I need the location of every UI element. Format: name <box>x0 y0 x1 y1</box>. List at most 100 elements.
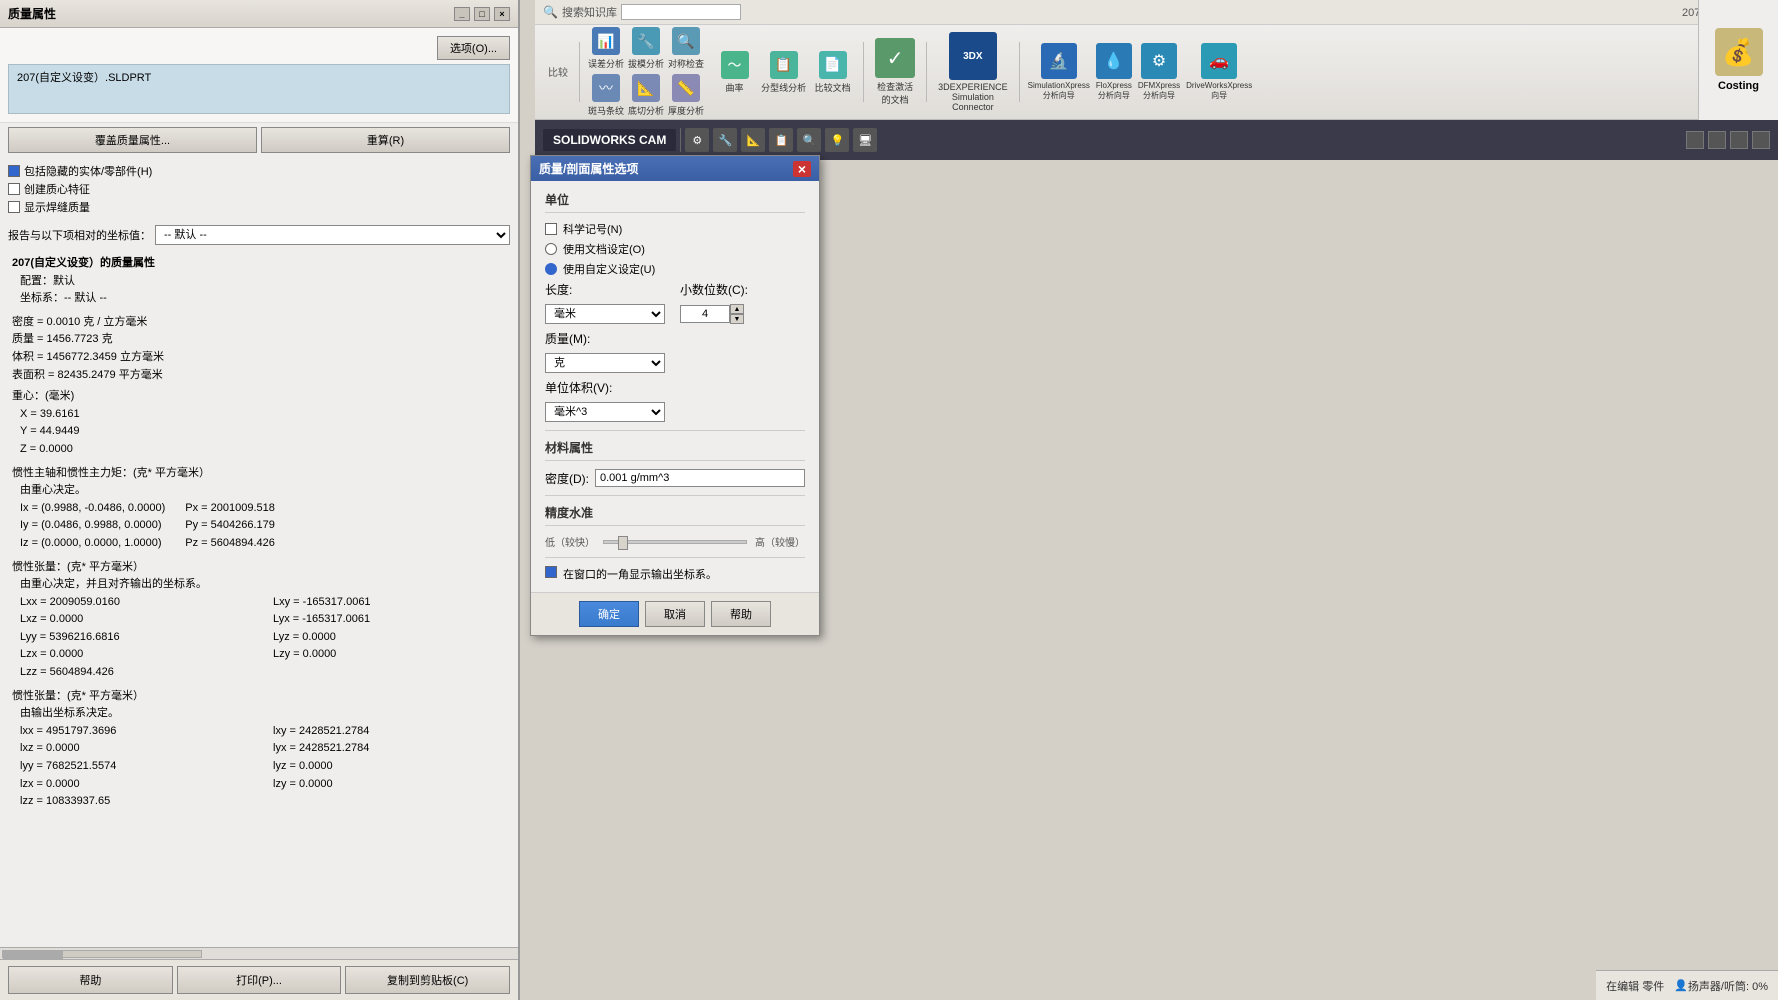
lzy: Lzy = 0.0000 <box>273 646 506 664</box>
copy-btn[interactable]: 复制到剪贴板(C) <box>345 966 510 994</box>
toolbar-grid-2: 〜 曲率 📋 分型线分析 📄 比较文档 <box>712 51 855 94</box>
tensor2-sub: 由输出坐标系决定。 <box>12 705 506 723</box>
checkbox-feature[interactable] <box>8 183 20 195</box>
centroid-title: 重心：(毫米) <box>12 388 506 406</box>
toolbar-xpress-group: 🔬 SimulationXpress分析向导 💧 FloXpress分析向导 ⚙… <box>1028 43 1253 101</box>
status-text: 在编辑 零件 <box>1606 978 1664 994</box>
toolbar-check-active[interactable]: ✓ 检查激活的文档 <box>875 38 915 106</box>
scrollbar-horizontal[interactable] <box>0 947 518 959</box>
l2yz: lyz = 0.0000 <box>273 758 506 776</box>
mass-properties-panel: 质量属性 _ □ × 选项(O)... 207(自定义设变）.SLDPRT 覆盖… <box>0 0 520 1000</box>
maximize-btn[interactable]: □ <box>474 7 490 21</box>
use-doc-label: 使用文档设定(O) <box>563 241 645 257</box>
checkboxes-area: 包括隐藏的实体/零部件(H) 创建质心特征 显示焊缝质量 <box>0 157 518 221</box>
checkbox-hidden[interactable] <box>8 165 20 177</box>
divider-1 <box>579 42 580 102</box>
precision-slider-thumb[interactable] <box>618 536 628 550</box>
density-input[interactable] <box>595 469 805 487</box>
divider-4 <box>1019 42 1020 102</box>
decimal-input[interactable] <box>680 305 730 323</box>
toolbar-driveworks[interactable]: 🚗 DriveWorksXpress向导 <box>1186 43 1252 101</box>
spin-down[interactable]: ▼ <box>730 314 744 324</box>
cam-view-btn-4[interactable] <box>1752 131 1770 149</box>
l2xz: lxz = 0.0000 <box>20 740 253 758</box>
print-btn[interactable]: 打印(P)... <box>177 966 342 994</box>
cam-btn-1[interactable]: ⚙ <box>685 128 709 152</box>
analysis-toolbar: 比较 📊 误差分析 🔧 拔模分析 🔍 对称检查 〰 斑马条纹 📐 底切分析 📏 … <box>535 25 1698 120</box>
toolbar-compare[interactable]: 比较 <box>548 64 568 81</box>
l2zy: lzy = 0.0000 <box>273 776 506 794</box>
unit-volume-select[interactable]: 毫米^3 米^3 <box>545 402 665 422</box>
dialog-ok-btn[interactable]: 确定 <box>579 601 639 627</box>
cam-view-btn-3[interactable] <box>1730 131 1748 149</box>
dialog-close-btn[interactable]: × <box>793 161 811 177</box>
cover-properties-btn[interactable]: 覆盖质量属性... <box>8 127 257 153</box>
use-custom-radio[interactable] <box>545 263 557 275</box>
length-label: 长度: <box>545 281 670 298</box>
content-config: 配置：默认 <box>12 273 506 291</box>
cam-btn-2[interactable]: 🔧 <box>713 128 737 152</box>
options-button[interactable]: 选项(O)... <box>437 36 510 60</box>
toolbar-symmetry-check[interactable]: 🔍 对称检查 <box>668 27 704 70</box>
help-btn[interactable]: 帮助 <box>8 966 173 994</box>
cy: Y = 44.9449 <box>12 423 506 441</box>
toolbar-zebra[interactable]: 〰 斑马条纹 <box>588 74 624 117</box>
toolbar-parting-line[interactable]: 📋 分型线分析 <box>761 51 806 94</box>
low-label: 低（较快） <box>545 534 595 549</box>
decimal-spinner[interactable]: ▲ ▼ <box>730 304 744 324</box>
units-grid: 长度: 小数位数(C): 毫米 米 英寸 ▲ ▼ 质量(M): 克 千克 <box>545 281 805 422</box>
recalculate-btn[interactable]: 重算(R) <box>261 127 510 153</box>
cam-btn-6[interactable]: 💡 <box>825 128 849 152</box>
lzx: Lzx = 0.0000 <box>20 646 253 664</box>
close-btn[interactable]: × <box>494 7 510 21</box>
report-label: 报告与以下项相对的坐标值： <box>8 227 151 243</box>
lyy: Lyy = 5396216.6816 <box>20 629 253 647</box>
cam-btn-4[interactable]: 📋 <box>769 128 793 152</box>
toolbar-floxpress[interactable]: 💧 FloXpress分析向导 <box>1096 43 1132 101</box>
toolbar-curvature[interactable]: 〜 曲率 <box>712 51 757 94</box>
l2xy: lxy = 2428521.2784 <box>273 723 506 741</box>
checkbox-weld[interactable] <box>8 201 20 213</box>
cam-view-btn-1[interactable] <box>1686 131 1704 149</box>
checkbox-feature-row: 创建质心特征 <box>8 181 510 197</box>
cam-btn-3[interactable]: 📐 <box>741 128 765 152</box>
mass-unit-label: 质量(M): <box>545 330 670 347</box>
length-select[interactable]: 毫米 米 英寸 <box>545 304 665 324</box>
content-mass: 质量 = 1456.7723 克 <box>12 331 506 349</box>
dialog-cancel-btn[interactable]: 取消 <box>645 601 705 627</box>
lxy: Lxy = -165317.0061 <box>273 594 506 612</box>
search-input[interactable] <box>621 4 741 20</box>
lxz: Lxz = 0.0000 <box>20 611 253 629</box>
spin-up[interactable]: ▲ <box>730 304 744 314</box>
report-dropdown[interactable]: -- 默认 -- <box>155 225 510 245</box>
toolbar-undercut[interactable]: 📐 底切分析 <box>628 74 664 117</box>
cam-toolbar: SOLIDWORKS CAM ⚙ 🔧 📐 📋 🔍 💡 🖥 <box>535 120 1778 160</box>
coord-checkbox[interactable] <box>545 566 557 578</box>
mass-select[interactable]: 克 千克 磅 <box>545 353 665 373</box>
toolbar-compare-doc[interactable]: 📄 比较文档 <box>810 51 855 94</box>
cam-btn-5[interactable]: 🔍 <box>797 128 821 152</box>
toolbar-dfmxpress[interactable]: ⚙ DFMXpress分析向导 <box>1138 43 1180 101</box>
coord-checkbox-label: 在窗口的一角显示输出坐标系。 <box>563 566 717 582</box>
toolbar-error-analysis[interactable]: 📊 误差分析 <box>588 27 624 70</box>
use-custom-row: 使用自定义设定(U) <box>545 261 805 277</box>
scientific-checkbox[interactable] <box>545 223 557 235</box>
toolbar-thickness[interactable]: 📏 厚度分析 <box>668 74 704 117</box>
toolbar-simxpress[interactable]: 🔬 SimulationXpress分析向导 <box>1028 43 1090 101</box>
dialog-help-btn[interactable]: 帮助 <box>711 601 771 627</box>
cam-view-btn-2[interactable] <box>1708 131 1726 149</box>
cam-btn-7[interactable]: 🖥 <box>853 128 877 152</box>
use-doc-radio[interactable] <box>545 243 557 255</box>
checkbox-weld-row: 显示焊缝质量 <box>8 199 510 215</box>
toolbar-3dexperience[interactable]: 3DX 3DEXPERIENCESimulationConnector <box>938 32 1008 112</box>
cam-divider <box>680 128 681 152</box>
px: Px = 2001009.518 Py = 5404266.179 Pz = 5… <box>185 500 275 553</box>
material-section: 材料属性 密度(D): <box>545 430 805 487</box>
decimal-group: 小数位数(C): <box>680 281 805 298</box>
minimize-btn[interactable]: _ <box>454 7 470 21</box>
costing-panel[interactable]: 💰 Costing <box>1698 0 1778 120</box>
use-doc-row: 使用文档设定(O) <box>545 241 805 257</box>
precision-slider-track[interactable] <box>603 540 747 544</box>
panel-title-text: 质量属性 <box>8 5 56 22</box>
toolbar-draft-analysis[interactable]: 🔧 拔模分析 <box>628 27 664 70</box>
